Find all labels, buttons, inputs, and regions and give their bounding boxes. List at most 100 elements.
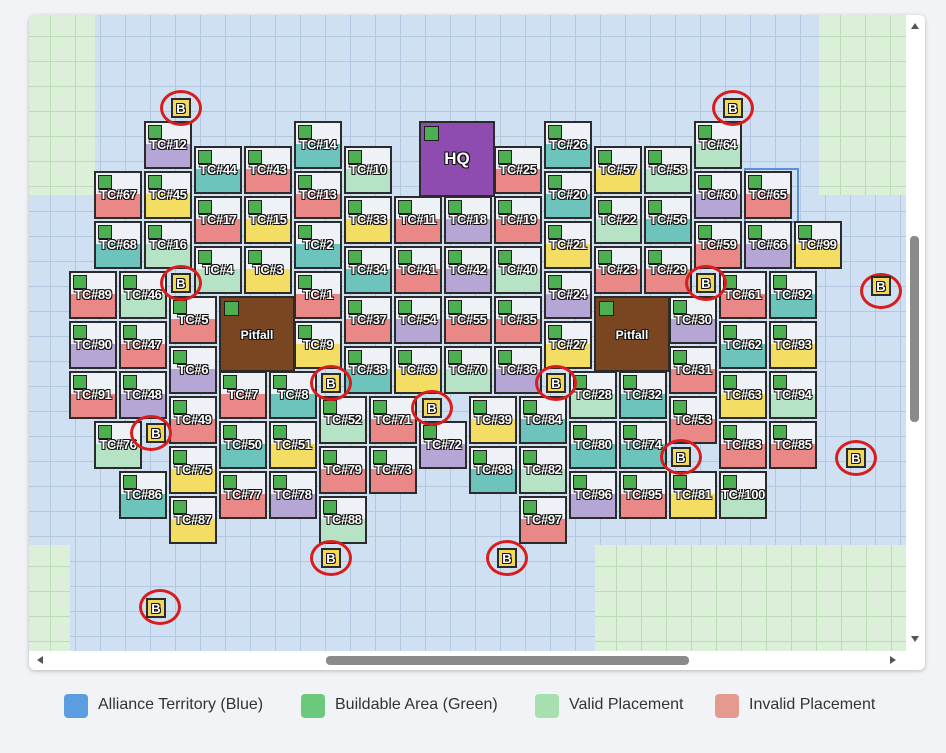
city-tile[interactable]: TC#33: [344, 196, 392, 244]
city-tile[interactable]: TC#39: [469, 396, 517, 444]
building-b-marker[interactable]: B: [171, 273, 191, 293]
building-b-marker[interactable]: B: [696, 273, 716, 293]
city-tile[interactable]: TC#5: [169, 296, 217, 344]
city-tile[interactable]: TC#83: [719, 421, 767, 469]
city-tile[interactable]: TC#1: [294, 271, 342, 319]
city-tile[interactable]: TC#42: [444, 246, 492, 294]
horizontal-scrollbar[interactable]: [29, 651, 906, 670]
city-tile[interactable]: TC#80: [569, 421, 617, 469]
building-b-marker[interactable]: B: [321, 548, 341, 568]
city-tile[interactable]: TC#3: [244, 246, 292, 294]
city-tile[interactable]: TC#48: [119, 371, 167, 419]
city-tile[interactable]: TC#12: [144, 121, 192, 169]
city-tile[interactable]: TC#94: [769, 371, 817, 419]
city-tile[interactable]: TC#45: [144, 171, 192, 219]
city-tile[interactable]: TC#41: [394, 246, 442, 294]
city-tile[interactable]: TC#65: [744, 171, 792, 219]
hq-tile[interactable]: HQ: [419, 121, 495, 197]
city-tile[interactable]: TC#56: [644, 196, 692, 244]
city-tile[interactable]: TC#70: [444, 346, 492, 394]
city-tile[interactable]: TC#26: [544, 121, 592, 169]
city-tile[interactable]: TC#86: [119, 471, 167, 519]
map-canvas[interactable]: HQ Pitfall Pitfall TC#12 TC#14 TC#26 TC#64 T…: [29, 15, 906, 651]
city-tile[interactable]: TC#13: [294, 171, 342, 219]
city-tile[interactable]: TC#35: [494, 296, 542, 344]
city-tile[interactable]: TC#72: [419, 421, 467, 469]
city-tile[interactable]: TC#50: [219, 421, 267, 469]
pitfall-right[interactable]: Pitfall: [594, 296, 670, 372]
building-b-marker[interactable]: B: [846, 448, 866, 468]
city-tile[interactable]: TC#82: [519, 446, 567, 494]
pitfall-left[interactable]: Pitfall: [219, 296, 295, 372]
city-tile[interactable]: TC#17: [194, 196, 242, 244]
scroll-down-arrow-icon[interactable]: [911, 636, 919, 642]
city-tile[interactable]: TC#51: [269, 421, 317, 469]
vertical-scroll-thumb[interactable]: [910, 236, 919, 422]
city-tile[interactable]: TC#73: [369, 446, 417, 494]
city-tile[interactable]: TC#71: [369, 396, 417, 444]
building-b-marker[interactable]: B: [497, 548, 517, 568]
city-tile[interactable]: TC#24: [544, 271, 592, 319]
city-tile[interactable]: TC#59: [694, 221, 742, 269]
city-tile[interactable]: TC#44: [194, 146, 242, 194]
city-tile[interactable]: TC#57: [594, 146, 642, 194]
city-tile[interactable]: TC#58: [644, 146, 692, 194]
city-tile[interactable]: TC#52: [319, 396, 367, 444]
city-tile[interactable]: TC#99: [794, 221, 842, 269]
city-tile[interactable]: TC#98: [469, 446, 517, 494]
city-tile[interactable]: TC#43: [244, 146, 292, 194]
building-b-marker[interactable]: B: [146, 598, 166, 618]
city-tile[interactable]: TC#67: [94, 171, 142, 219]
city-tile[interactable]: TC#16: [144, 221, 192, 269]
city-tile[interactable]: TC#91: [69, 371, 117, 419]
city-tile[interactable]: TC#27: [544, 321, 592, 369]
city-tile[interactable]: TC#62: [719, 321, 767, 369]
city-tile[interactable]: TC#88: [319, 496, 367, 544]
city-tile[interactable]: TC#81: [669, 471, 717, 519]
city-tile[interactable]: TC#31: [669, 346, 717, 394]
city-tile[interactable]: TC#93: [769, 321, 817, 369]
city-tile[interactable]: TC#40: [494, 246, 542, 294]
horizontal-scroll-thumb[interactable]: [326, 656, 689, 665]
building-b-marker[interactable]: B: [321, 373, 341, 393]
city-tile[interactable]: TC#10: [344, 146, 392, 194]
city-tile[interactable]: TC#96: [569, 471, 617, 519]
city-tile[interactable]: TC#21: [544, 221, 592, 269]
building-b-marker[interactable]: B: [723, 98, 743, 118]
city-tile[interactable]: TC#37: [344, 296, 392, 344]
vertical-scrollbar[interactable]: [906, 15, 925, 651]
city-tile[interactable]: TC#84: [519, 396, 567, 444]
city-tile[interactable]: TC#89: [69, 271, 117, 319]
city-tile[interactable]: TC#69: [394, 346, 442, 394]
city-tile[interactable]: TC#64: [694, 121, 742, 169]
city-tile[interactable]: TC#49: [169, 396, 217, 444]
city-tile[interactable]: TC#53: [669, 396, 717, 444]
building-b-marker[interactable]: B: [422, 398, 442, 418]
city-tile[interactable]: TC#47: [119, 321, 167, 369]
city-tile[interactable]: TC#54: [394, 296, 442, 344]
city-tile[interactable]: TC#19: [494, 196, 542, 244]
city-tile[interactable]: TC#23: [594, 246, 642, 294]
city-tile[interactable]: TC#2: [294, 221, 342, 269]
city-tile[interactable]: TC#66: [744, 221, 792, 269]
building-b-marker[interactable]: B: [546, 373, 566, 393]
city-tile[interactable]: TC#25: [494, 146, 542, 194]
city-tile[interactable]: TC#92: [769, 271, 817, 319]
city-tile[interactable]: TC#60: [694, 171, 742, 219]
city-tile[interactable]: TC#79: [319, 446, 367, 494]
city-tile[interactable]: TC#15: [244, 196, 292, 244]
city-tile[interactable]: TC#18: [444, 196, 492, 244]
city-tile[interactable]: TC#20: [544, 171, 592, 219]
city-tile[interactable]: TC#87: [169, 496, 217, 544]
city-tile[interactable]: TC#32: [619, 371, 667, 419]
city-tile[interactable]: TC#75: [169, 446, 217, 494]
city-tile[interactable]: TC#100: [719, 471, 767, 519]
city-tile[interactable]: TC#7: [219, 371, 267, 419]
city-tile[interactable]: TC#14: [294, 121, 342, 169]
city-tile[interactable]: TC#22: [594, 196, 642, 244]
scroll-right-arrow-icon[interactable]: [890, 656, 896, 664]
city-tile[interactable]: TC#85: [769, 421, 817, 469]
city-tile[interactable]: TC#77: [219, 471, 267, 519]
city-tile[interactable]: TC#97: [519, 496, 567, 544]
building-b-marker[interactable]: B: [171, 98, 191, 118]
